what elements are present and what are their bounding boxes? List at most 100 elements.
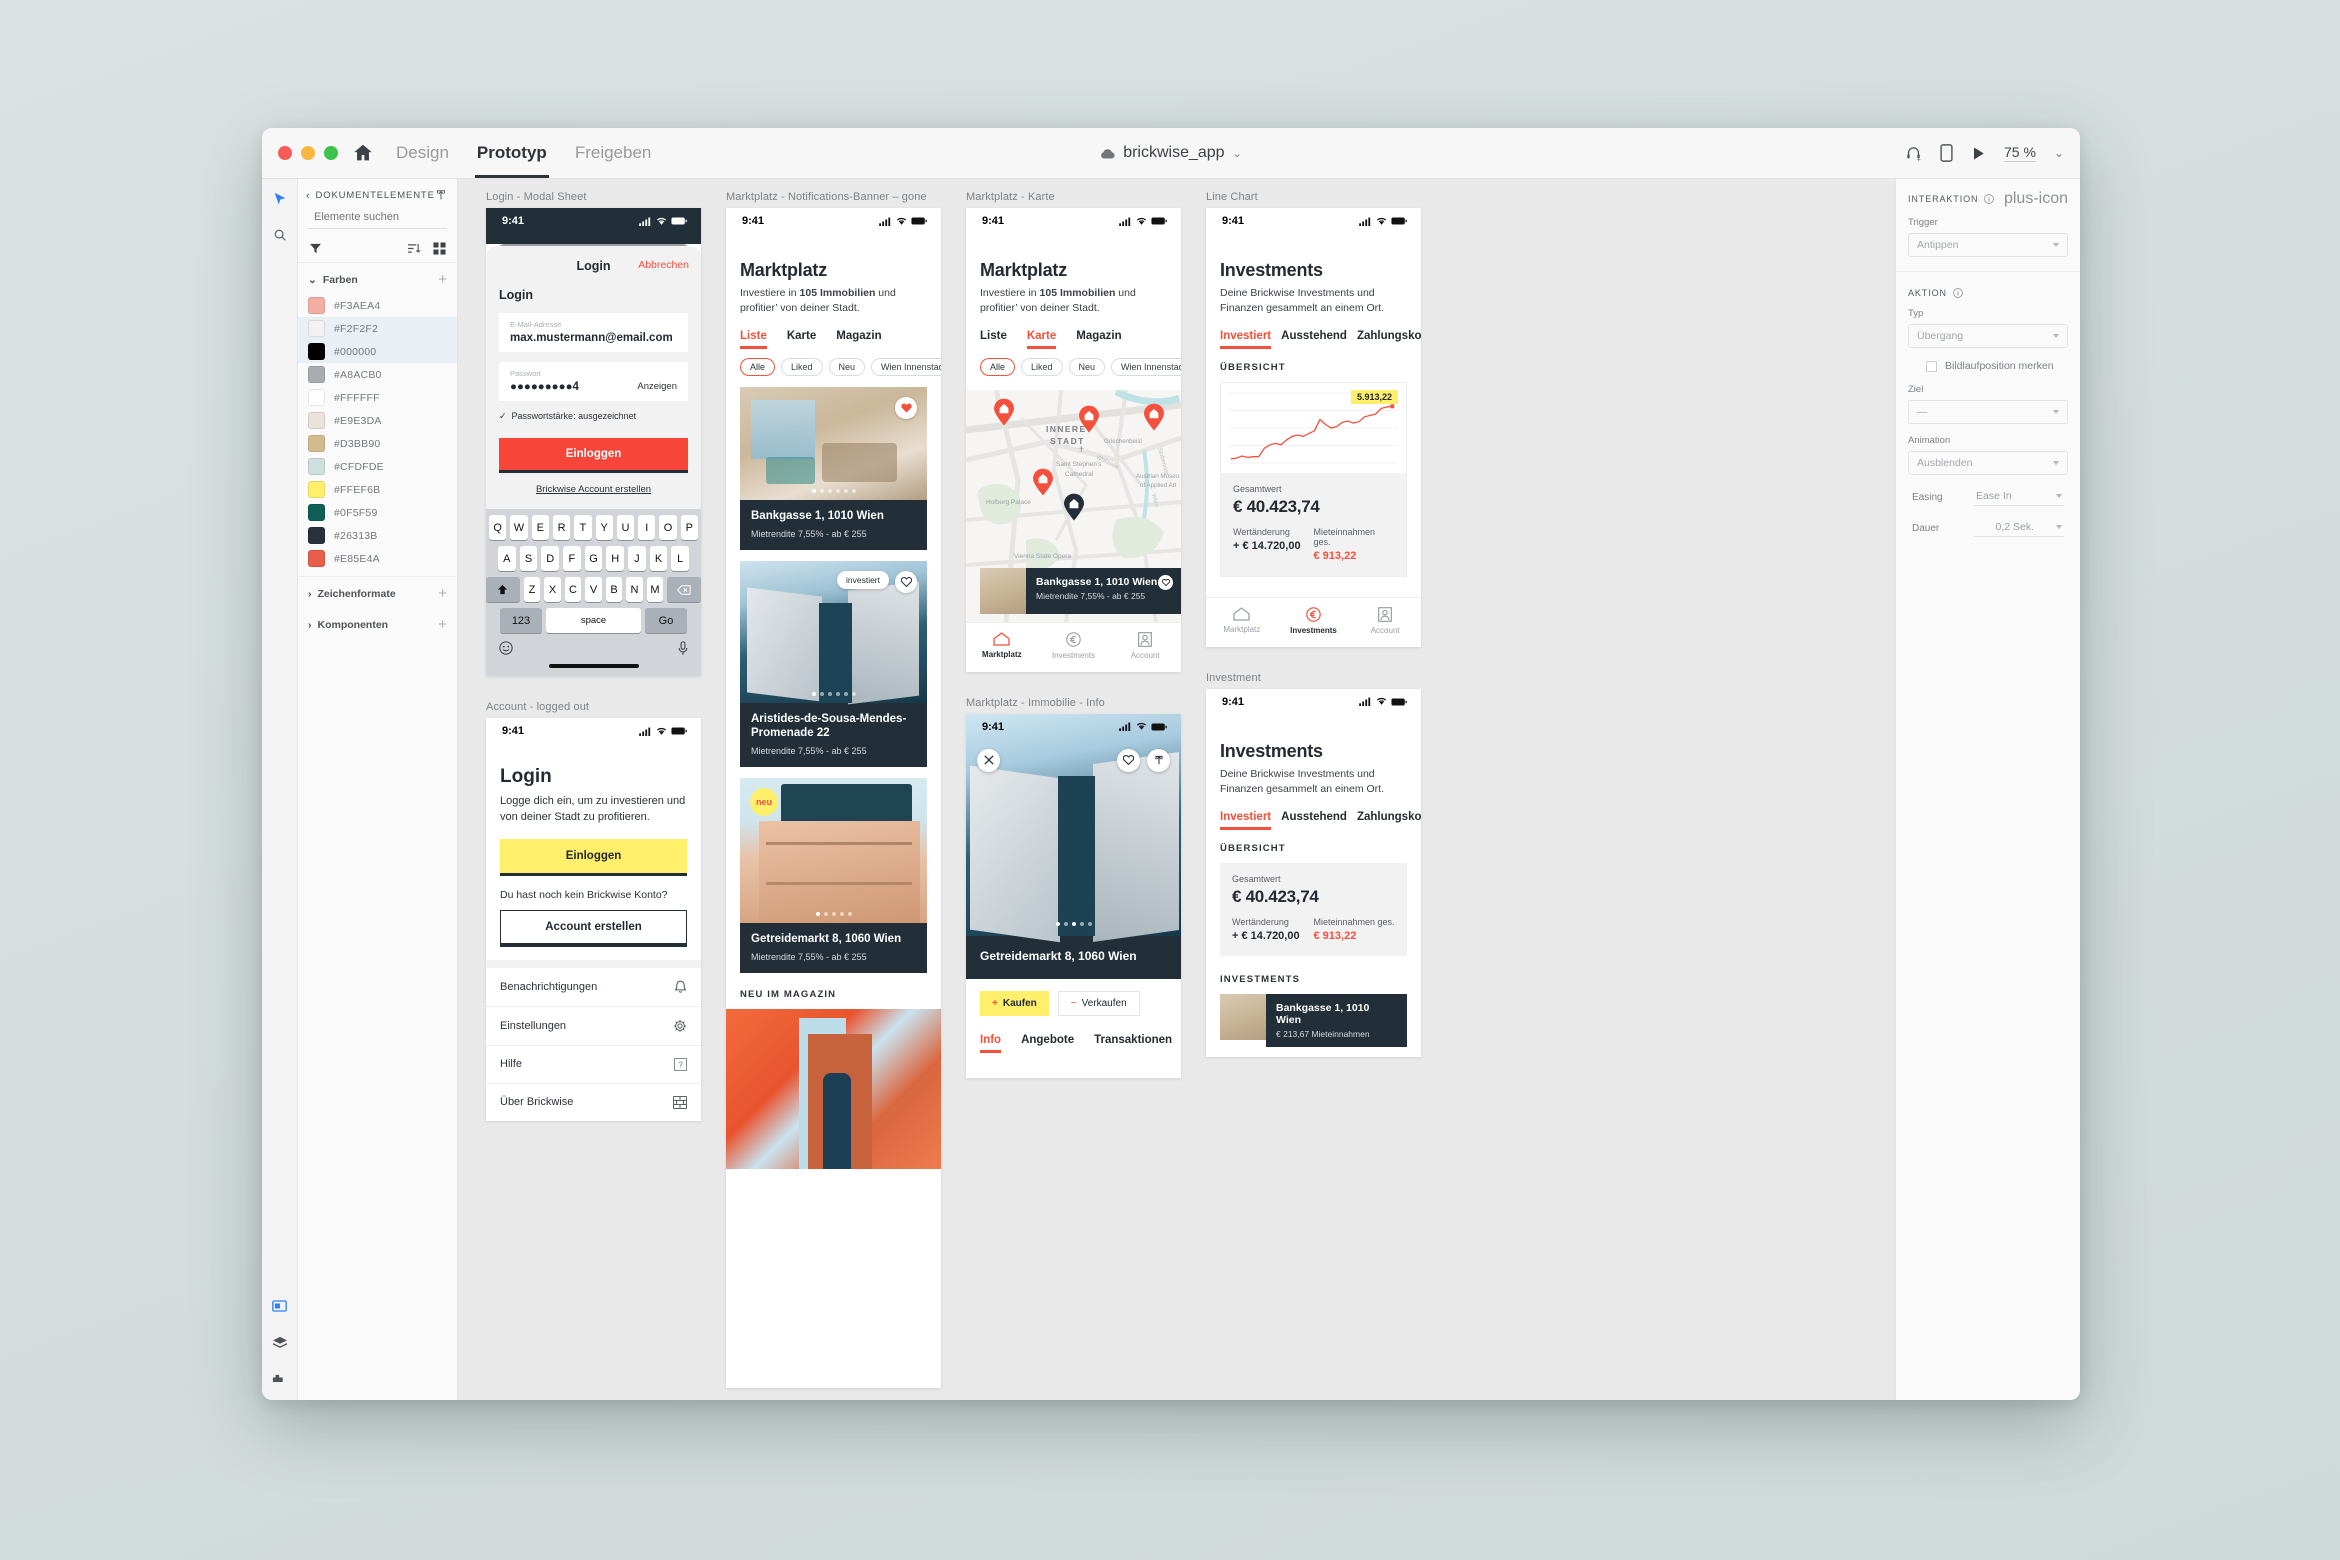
- artboard-icon[interactable]: [270, 1296, 290, 1316]
- map-pin-icon[interactable]: [993, 398, 1015, 426]
- key-h[interactable]: H: [606, 546, 625, 571]
- shift-key[interactable]: [486, 577, 520, 602]
- zoom-level[interactable]: 75 %: [2004, 144, 2036, 162]
- like-button[interactable]: [895, 570, 917, 593]
- key-j[interactable]: J: [628, 546, 646, 571]
- export-icon[interactable]: [435, 189, 447, 202]
- nav-investments[interactable]: Investments: [1278, 607, 1350, 635]
- line-chart[interactable]: 5.913,22: [1221, 382, 1406, 473]
- tab-ausstehend[interactable]: Ausstehend: [1281, 330, 1347, 342]
- animation-select[interactable]: Ausblenden: [1908, 451, 2068, 475]
- key-c[interactable]: C: [564, 577, 582, 602]
- traffic-lights[interactable]: [278, 146, 338, 160]
- color-swatch-row[interactable]: #E85E4A: [298, 547, 457, 570]
- artboard-label[interactable]: Account - logged out: [486, 701, 701, 713]
- artboard-label[interactable]: Marktplatz - Immobilie - Info: [966, 697, 1181, 709]
- tab-karte[interactable]: Karte: [1026, 330, 1057, 349]
- show-password-button[interactable]: Anzeigen: [637, 381, 677, 392]
- artboard-label[interactable]: Investment: [1206, 672, 1421, 684]
- menu-item-einstellungen[interactable]: Einstellungen: [486, 1007, 701, 1046]
- key-w[interactable]: W: [510, 515, 528, 540]
- key-n[interactable]: N: [626, 577, 643, 602]
- emoji-icon[interactable]: [499, 641, 513, 655]
- tab-prototyp[interactable]: Prototyp: [475, 128, 549, 178]
- grid-icon[interactable]: [433, 242, 446, 255]
- home-icon[interactable]: [352, 142, 374, 164]
- carousel-dots[interactable]: [740, 911, 927, 916]
- trigger-select[interactable]: Antippen: [1908, 233, 2068, 257]
- tab-investiert[interactable]: Investiert: [1220, 330, 1272, 349]
- key-s[interactable]: S: [519, 546, 538, 571]
- tab-zahlungskonto[interactable]: Zahlungskonto: [1357, 330, 1421, 342]
- like-button[interactable]: [1117, 748, 1140, 772]
- artboard-label[interactable]: Marktplatz - Karte: [966, 191, 1181, 203]
- key-p[interactable]: P: [680, 515, 698, 540]
- element-search[interactable]: ⌄: [308, 210, 471, 229]
- key-k[interactable]: K: [649, 546, 668, 571]
- color-swatch-row[interactable]: #A8ACB0: [298, 363, 457, 386]
- carousel-dots[interactable]: [966, 921, 1181, 926]
- property-hero-image[interactable]: 9:41: [966, 713, 1181, 943]
- group-komponenten[interactable]: › Komponenten +: [298, 608, 457, 639]
- key-d[interactable]: D: [541, 546, 559, 571]
- property-card[interactable]: investiert Aristides-de-Sousa-Mendes-Pro…: [740, 560, 927, 767]
- chip-neu[interactable]: Neu: [828, 357, 866, 376]
- tab-liste[interactable]: Liste: [740, 330, 767, 349]
- add-interaction-button[interactable]: plus-icon: [2004, 191, 2068, 207]
- map-pin-selected-icon[interactable]: [1063, 493, 1085, 521]
- key-t[interactable]: T: [574, 515, 592, 540]
- canvas[interactable]: Login - Modal Sheet 9:41 Login Abbrechen…: [458, 179, 1895, 1400]
- tab-magazin[interactable]: Magazin: [836, 330, 881, 342]
- key-o[interactable]: O: [659, 515, 677, 540]
- close-window-button[interactable]: [278, 146, 292, 160]
- add-textstyle-button[interactable]: +: [438, 586, 447, 601]
- map-pin-icon[interactable]: [1143, 403, 1165, 431]
- menu-item-ueber-brickwise[interactable]: Über Brickwise: [486, 1084, 701, 1121]
- info-icon[interactable]: [1953, 288, 1963, 298]
- group-farben[interactable]: ⌄ Farben +: [298, 263, 457, 294]
- color-swatch-row[interactable]: #F3AEA4: [298, 294, 457, 317]
- headset-plus-icon[interactable]: +: [1905, 145, 1922, 162]
- key-i[interactable]: I: [638, 515, 656, 540]
- create-account-link[interactable]: Brickwise Account erstellen: [486, 484, 701, 509]
- key-r[interactable]: R: [552, 515, 571, 540]
- key-u[interactable]: U: [616, 515, 635, 540]
- color-swatch-row[interactable]: #26313B: [298, 524, 457, 547]
- key-m[interactable]: M: [646, 577, 664, 602]
- play-icon[interactable]: [1971, 146, 1986, 161]
- filter-icon[interactable]: [309, 243, 322, 254]
- key-z[interactable]: Z: [523, 577, 541, 602]
- carousel-dots[interactable]: [740, 488, 927, 493]
- nav-account[interactable]: Account: [1109, 631, 1181, 660]
- password-field[interactable]: Passwort ●●●●●●●●●4 Anzeigen: [499, 362, 688, 401]
- tab-transaktionen[interactable]: Transaktionen: [1094, 1034, 1172, 1046]
- menu-item-hilfe[interactable]: Hilfe ?: [486, 1046, 701, 1084]
- tab-info[interactable]: Info: [980, 1034, 1002, 1053]
- key-a[interactable]: A: [497, 546, 516, 571]
- property-card[interactable]: Bankgasse 1, 1010 Wien Mietrendite 7,55%…: [740, 386, 927, 550]
- tab-freigeben[interactable]: Freigeben: [573, 128, 654, 178]
- menu-item-benachrichtigungen[interactable]: Benachrichtigungen: [486, 968, 701, 1007]
- easing-select[interactable]: Ease In: [1974, 488, 2064, 506]
- scroll-position-checkbox[interactable]: Bildlaufposition merken: [1926, 360, 2068, 372]
- search-input[interactable]: [314, 210, 456, 223]
- carousel-dots[interactable]: [740, 691, 927, 696]
- artboard-label[interactable]: Line Chart: [1206, 191, 1421, 203]
- add-component-button[interactable]: +: [438, 617, 447, 632]
- chip-liked[interactable]: Liked: [781, 357, 823, 376]
- tab-angebote[interactable]: Angebote: [1021, 1034, 1074, 1046]
- chip-wien-innenstadt[interactable]: Wien Innenstadt: [1111, 357, 1181, 376]
- space-key[interactable]: space: [546, 608, 641, 633]
- typ-select[interactable]: Übergang: [1908, 324, 2068, 348]
- sort-icon[interactable]: [407, 243, 421, 254]
- map-property-card[interactable]: Bankgasse 1, 1010 Wien Mietrendite 7,55%…: [980, 567, 1181, 614]
- chip-liked[interactable]: Liked: [1021, 357, 1063, 376]
- cursor-icon[interactable]: [270, 189, 290, 209]
- map-pin-icon[interactable]: [1032, 468, 1054, 496]
- search-icon[interactable]: [270, 225, 290, 245]
- info-icon[interactable]: [1984, 194, 1995, 204]
- cancel-button[interactable]: Abbrechen: [638, 259, 689, 271]
- create-account-button[interactable]: Account erstellen: [500, 909, 687, 944]
- microphone-icon[interactable]: [678, 641, 688, 656]
- key-q[interactable]: Q: [489, 515, 507, 540]
